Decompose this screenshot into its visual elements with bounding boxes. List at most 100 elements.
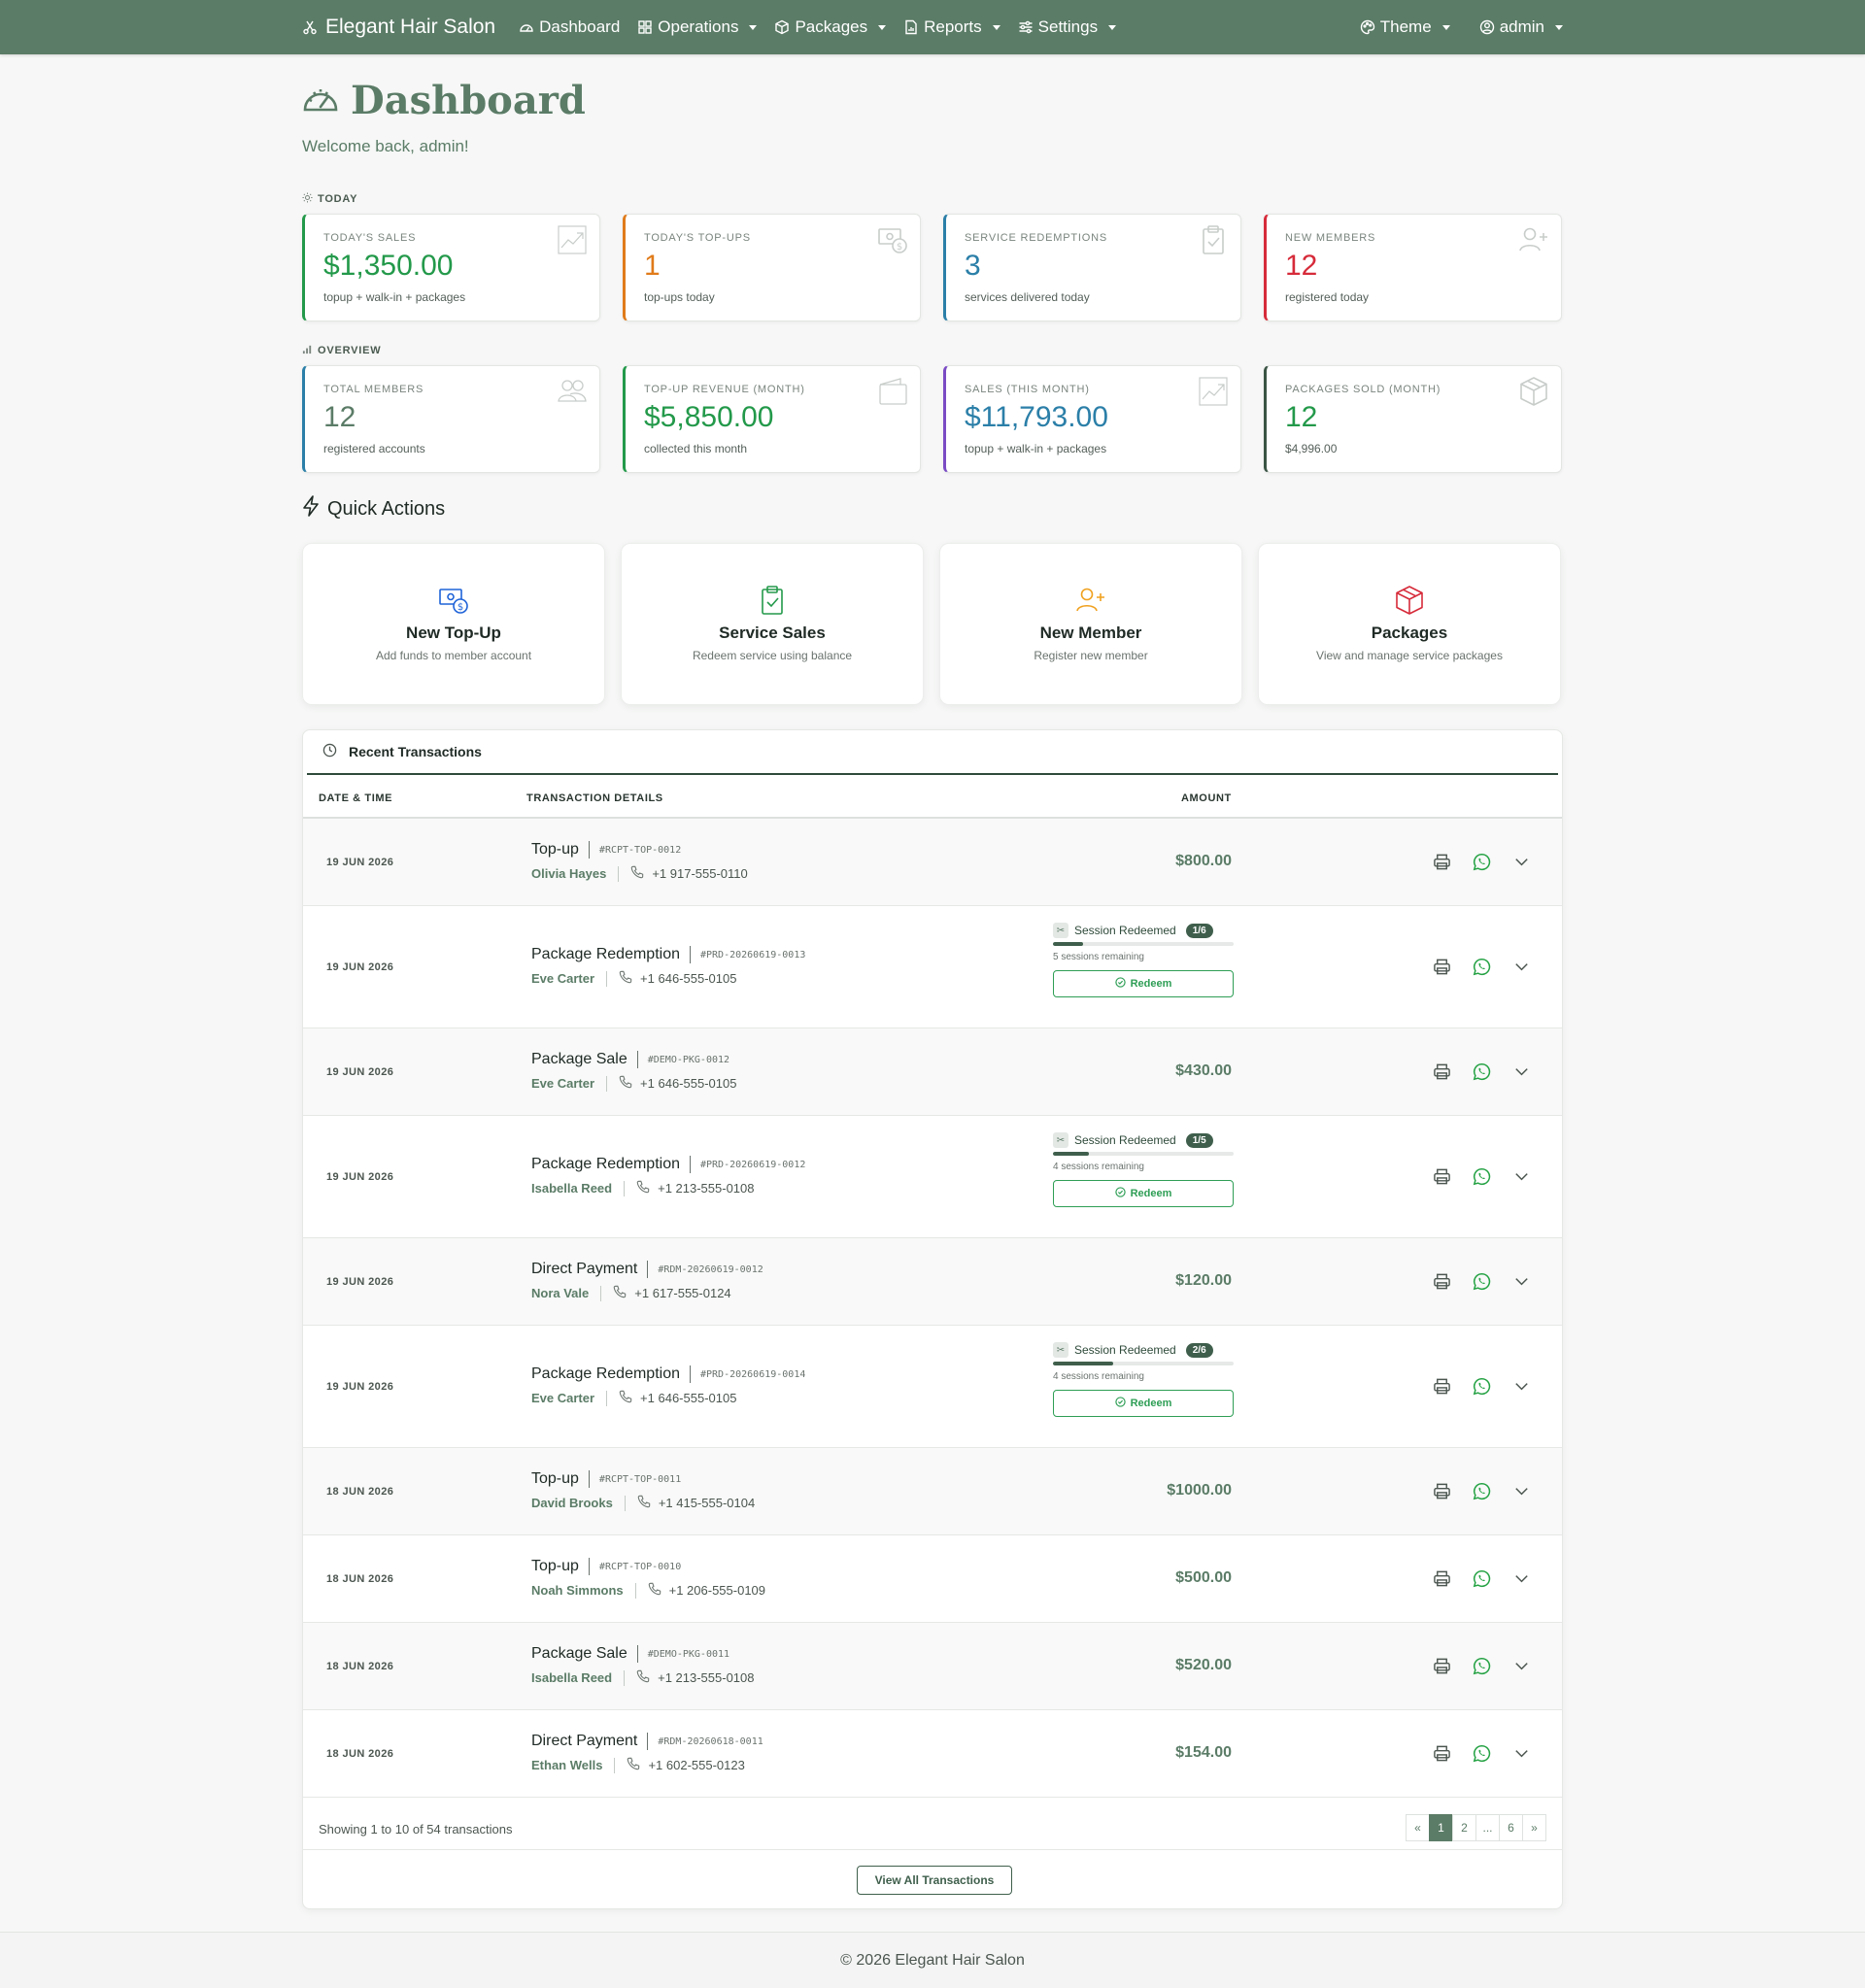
chevron-down-icon[interactable] [1512,1482,1531,1500]
whatsapp-icon[interactable] [1473,1657,1491,1675]
printer-icon[interactable] [1433,1167,1451,1186]
printer-icon[interactable] [1433,1062,1451,1081]
member-name-link[interactable]: Nora Vale [531,1286,589,1300]
row-actions [1433,1657,1531,1675]
user-circle-icon [1479,19,1495,35]
whatsapp-icon[interactable] [1473,1377,1491,1396]
printer-icon[interactable] [1433,853,1451,871]
box-icon [774,19,790,35]
chevron-down-icon[interactable] [1512,853,1531,871]
redeem-label: Redeem [1130,1398,1172,1409]
quick-action-desc: Add funds to member account [375,649,532,662]
redeem-button[interactable]: Redeem [1053,1390,1234,1417]
printer-icon[interactable] [1433,1569,1451,1588]
member-name-link[interactable]: Isabella Reed [531,1181,612,1196]
brand-link[interactable]: Elegant Hair Salon [302,16,495,39]
printer-icon[interactable] [1433,1482,1451,1500]
member-phone: +1 206-555-0109 [668,1583,766,1598]
chevron-down-icon[interactable] [1512,1657,1531,1675]
chevron-down-icon[interactable] [1512,1569,1531,1588]
quick-action-name: New Top-Up [406,623,501,642]
transaction-row: 18 JUN 2026 Direct Payment #RDM-20260618… [303,1710,1562,1798]
member-name-link[interactable]: Olivia Hayes [531,866,606,881]
transaction-details: Package Sale #DEMO-PKG-0011 Isabella Ree… [531,1645,755,1686]
transaction-date: 19 JUN 2026 [326,961,394,973]
top-navbar: Elegant Hair Salon Dashboard Operations … [0,0,1865,54]
page-link[interactable]: ... [1475,1814,1500,1841]
printer-icon[interactable] [1433,1744,1451,1763]
user-dropdown[interactable]: admin [1479,17,1563,37]
whatsapp-icon[interactable] [1473,1744,1491,1763]
wallet-icon [877,376,908,407]
transaction-details: Package Redemption #PRD-20260619-0014 Ev… [531,1365,805,1406]
page-link[interactable]: 1 [1429,1814,1453,1841]
stat-card: TODAY'S SALES $1,350.00 topup + walk-in … [302,214,600,321]
quick-action-card[interactable]: $ New Top-Up Add funds to member account [302,543,605,705]
chevron-down-icon[interactable] [1512,1062,1531,1081]
nav-packages[interactable]: Packages [774,17,887,37]
whatsapp-icon[interactable] [1473,1272,1491,1291]
whatsapp-icon[interactable] [1473,1482,1491,1500]
page-link[interactable]: « [1406,1814,1430,1841]
page-link[interactable]: » [1522,1814,1546,1841]
member-phone: +1 213-555-0108 [658,1181,755,1196]
chevron-down-icon[interactable] [1512,1744,1531,1763]
whatsapp-icon[interactable] [1473,853,1491,871]
page-link[interactable]: 2 [1452,1814,1476,1841]
nav-settings[interactable]: Settings [1018,17,1117,37]
printer-icon[interactable] [1433,1272,1451,1291]
divider [588,841,590,859]
divider [689,946,691,963]
transaction-row: 18 JUN 2026 Top-up #RCPT-TOP-0011 David … [303,1448,1562,1535]
stat-sub: topup + walk-in + packages [965,442,1107,455]
grid-icon [637,19,653,35]
chevron-down-icon[interactable] [1512,1167,1531,1186]
divider [689,1365,691,1383]
chevron-down-icon[interactable] [1512,958,1531,976]
transaction-amount: $430.00 [1175,1062,1232,1079]
member-name-link[interactable]: Eve Carter [531,1076,594,1091]
transaction-type: Direct Payment [531,1733,638,1749]
overview-section: OVERVIEW [302,344,1563,357]
transaction-date: 18 JUN 2026 [326,1661,394,1672]
transaction-details: Package Redemption #PRD-20260619-0013 Ev… [531,946,805,987]
member-name-link[interactable]: Eve Carter [531,971,594,986]
today-label: TODAY [318,193,358,205]
nav-reports[interactable]: Reports [903,17,1000,37]
quick-action-card[interactable]: Service Sales Redeem service using balan… [621,543,924,705]
nav-dashboard[interactable]: Dashboard [519,17,620,37]
stat-value: 12 [1285,401,1318,433]
member-name-link[interactable]: Isabella Reed [531,1670,612,1685]
redeem-button[interactable]: Redeem [1053,970,1234,997]
whatsapp-icon[interactable] [1473,958,1491,976]
row-actions [1433,853,1531,871]
session-progress-fill [1053,1152,1090,1156]
member-name-link[interactable]: David Brooks [531,1496,613,1510]
whatsapp-icon[interactable] [1473,1569,1491,1588]
quick-action-card[interactable]: New Member Register new member [939,543,1242,705]
quick-action-card[interactable]: Packages View and manage service package… [1258,543,1561,705]
session-label: Session Redeemed [1074,1133,1176,1147]
theme-label: Theme [1379,17,1432,36]
theme-dropdown[interactable]: Theme [1360,17,1450,37]
clipboard-check-icon [757,585,788,616]
printer-icon[interactable] [1433,1377,1451,1396]
nav-operations[interactable]: Operations [637,17,758,37]
redeem-label: Redeem [1130,978,1172,990]
whatsapp-icon[interactable] [1473,1062,1491,1081]
redeem-button[interactable]: Redeem [1053,1180,1234,1207]
sliders-icon [1018,19,1034,35]
transaction-row: 19 JUN 2026 Direct Payment #RDM-20260619… [303,1238,1562,1326]
chevron-down-icon[interactable] [1512,1272,1531,1291]
member-name-link[interactable]: Eve Carter [531,1391,594,1405]
page-link[interactable]: 6 [1499,1814,1523,1841]
transactions-table-body: 19 JUN 2026 Top-up #RCPT-TOP-0012 Olivia… [303,819,1562,1798]
printer-icon[interactable] [1433,958,1451,976]
member-name-link[interactable]: Ethan Wells [531,1758,602,1772]
divider [614,1757,616,1773]
member-name-link[interactable]: Noah Simmons [531,1583,624,1598]
whatsapp-icon[interactable] [1473,1167,1491,1186]
chevron-down-icon[interactable] [1512,1377,1531,1396]
view-all-button[interactable]: View All Transactions [857,1866,1012,1895]
printer-icon[interactable] [1433,1657,1451,1675]
